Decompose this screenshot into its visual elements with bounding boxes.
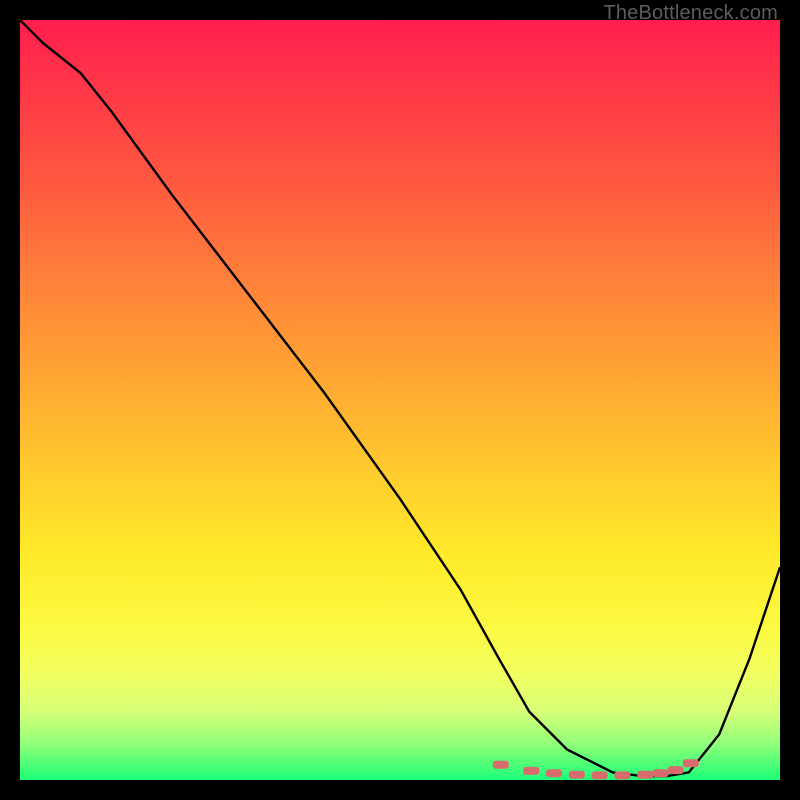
outer-frame: TheBottleneck.com xyxy=(0,0,800,800)
marker-dot xyxy=(592,771,608,779)
plot-area xyxy=(20,20,780,780)
marker-dot xyxy=(683,759,699,767)
marker-dot xyxy=(569,771,585,779)
bottleneck-curve-layer xyxy=(20,20,780,780)
marker-dot xyxy=(523,767,539,775)
marker-dot xyxy=(546,769,562,777)
marker-dot xyxy=(493,761,509,769)
marker-dot xyxy=(668,766,684,774)
marker-dot xyxy=(652,769,668,777)
marker-dot xyxy=(614,771,630,779)
bottleneck-curve xyxy=(20,20,780,776)
attribution-text: TheBottleneck.com xyxy=(603,2,778,25)
marker-dot xyxy=(637,771,653,779)
